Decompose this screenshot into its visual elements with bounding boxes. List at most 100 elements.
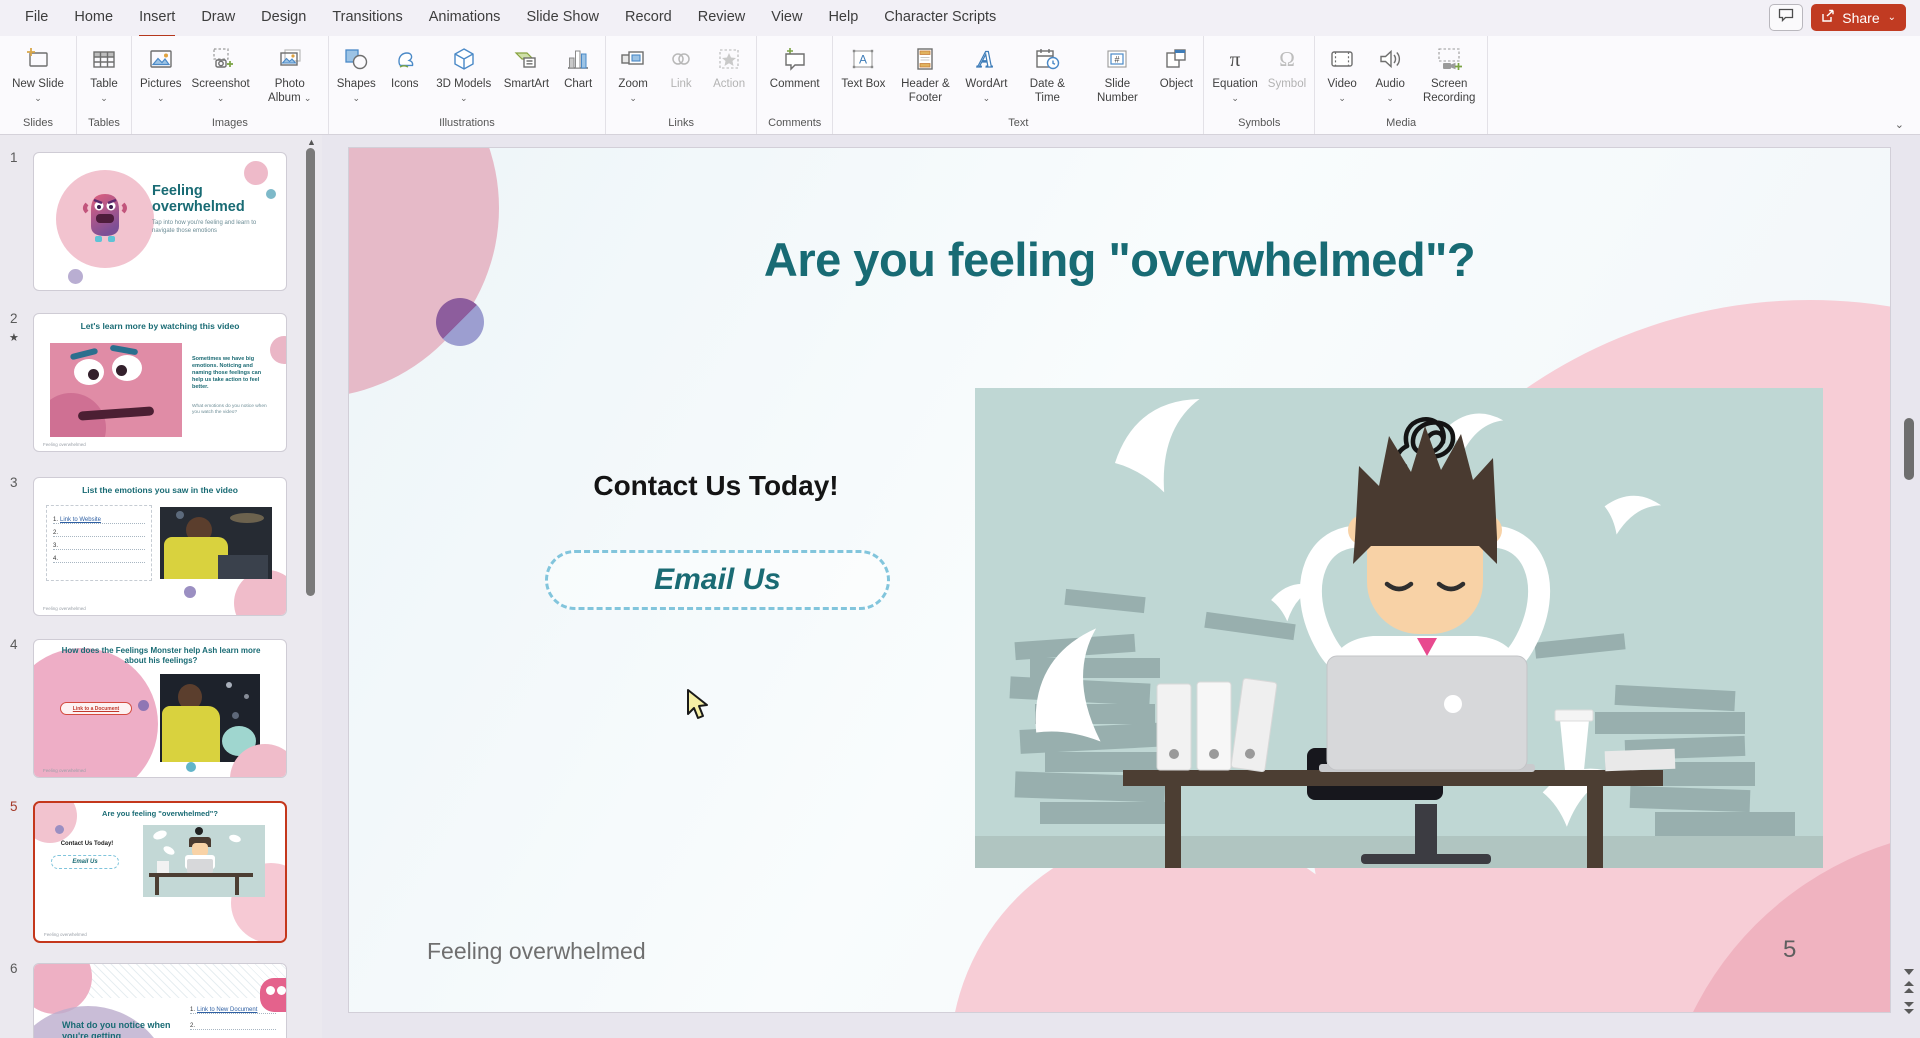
- ribbon-button-3d-models[interactable]: 3D Models ⌄: [429, 40, 499, 108]
- ribbon-button-smartart[interactable]: SmartArt: [499, 40, 554, 94]
- link-icon: [665, 43, 697, 75]
- mouse-cursor: [685, 688, 711, 720]
- comments-button[interactable]: [1769, 4, 1803, 31]
- slide-thumbnail-5-selected[interactable]: Are you feeling "overwhelmed"? Contact U…: [33, 801, 287, 943]
- thumb5-email-pill: Email Us: [51, 855, 119, 869]
- contact-heading[interactable]: Contact Us Today!: [516, 470, 916, 502]
- slide-page-number[interactable]: 5: [1783, 936, 1796, 964]
- blue-dot-decor: [186, 762, 196, 772]
- ribbon-button-audio[interactable]: Audio⌄: [1366, 40, 1414, 108]
- thumbnail-scrollbar-thumb[interactable]: [306, 148, 315, 596]
- ribbon-button-comment[interactable]: Comment: [765, 40, 825, 94]
- menu-view[interactable]: View: [758, 0, 815, 36]
- chart-icon: [562, 43, 594, 75]
- slide-editing-area[interactable]: Are you feeling "overwhelmed"? Contact U…: [349, 148, 1890, 1012]
- menu-file[interactable]: File: [12, 0, 61, 36]
- ribbon-group-symbols: π Equation⌄ Ω Symbol Symbols: [1204, 36, 1315, 134]
- ribbon-button-text-box[interactable]: A Text Box: [836, 40, 890, 94]
- workspace: 1 Feeling overwhelmed Tap into how you'r…: [0, 135, 1920, 1038]
- thumb2-body: Sometimes we have big emotions. Noticing…: [192, 356, 268, 391]
- menu-help[interactable]: Help: [815, 0, 871, 36]
- ribbon-group-slides: New Slide ⌄ Slides: [0, 36, 77, 134]
- slide-thumbnail-6[interactable]: What do you notice when you're getting o…: [33, 963, 287, 1038]
- slide-thumbnail-2[interactable]: Let's learn more by watching this video …: [33, 313, 287, 452]
- ribbon-button-wordart[interactable]: A WordArt⌄: [960, 40, 1012, 108]
- canvas-scrollbar-thumb[interactable]: [1904, 418, 1914, 480]
- email-us-button[interactable]: Email Us: [545, 550, 890, 610]
- share-icon: [1821, 9, 1836, 26]
- menu-review[interactable]: Review: [685, 0, 759, 36]
- ribbon-button-shapes[interactable]: Shapes⌄: [332, 40, 381, 108]
- purple-dot-decor: [436, 298, 484, 346]
- ribbon-group-illustrations: Shapes⌄ Icons 3D Models ⌄ SmartArt Chart: [329, 36, 606, 134]
- chevron-down-icon: ⌄: [460, 93, 468, 103]
- ribbon-button-new-slide[interactable]: New Slide ⌄: [3, 40, 73, 108]
- thumb4-footer: Feeling overwhelmed: [43, 768, 86, 773]
- chevron-down-icon: ⌄: [983, 93, 991, 103]
- slide-canvas: Are you feeling "overwhelmed"? Contact U…: [322, 135, 1920, 1038]
- thumbnail-scrollbar[interactable]: ▲: [303, 135, 319, 1038]
- ribbon-button-zoom[interactable]: Zoom⌄: [609, 40, 657, 108]
- menu-character-scripts[interactable]: Character Scripts: [871, 0, 1009, 36]
- ribbon-button-photo-album[interactable]: Photo Album ⌄: [255, 40, 325, 108]
- ribbon-button-equation[interactable]: π Equation⌄: [1207, 40, 1262, 108]
- chevron-down-icon: ⌄: [1338, 93, 1346, 103]
- thumb2-footer: Feeling overwhelmed: [43, 442, 86, 447]
- comment-bubble-icon: [1778, 8, 1794, 27]
- comment-icon: [779, 43, 811, 75]
- slide-thumbnail-4[interactable]: How does the Feelings Monster help Ash l…: [33, 639, 287, 778]
- slide-footer-text[interactable]: Feeling overwhelmed: [427, 938, 646, 965]
- slide-4-number: 4: [10, 637, 18, 652]
- ribbon-button-video[interactable]: Video⌄: [1318, 40, 1366, 108]
- scroll-down-arrow-icon[interactable]: [1903, 968, 1915, 976]
- feelings-monster-illustration: [81, 186, 129, 246]
- thumb3-title: List the emotions you saw in the video: [34, 485, 286, 495]
- previous-slide-button[interactable]: [1903, 981, 1915, 995]
- ribbon-button-object[interactable]: Object: [1152, 40, 1200, 94]
- collapse-ribbon-chevron-icon[interactable]: ⌄: [1895, 118, 1904, 131]
- wordart-icon: A: [970, 43, 1002, 75]
- slide-thumbnail-1[interactable]: Feeling overwhelmed Tap into how you're …: [33, 152, 287, 291]
- menu-insert[interactable]: Insert: [126, 0, 188, 36]
- menu-home[interactable]: Home: [61, 0, 126, 36]
- ribbon-button-header-footer[interactable]: Header & Footer: [890, 40, 960, 108]
- menu-transitions[interactable]: Transitions: [319, 0, 415, 36]
- slide-1-number: 1: [10, 150, 18, 165]
- purple-dot-decor: [55, 825, 64, 834]
- next-slide-button[interactable]: [1903, 1000, 1915, 1014]
- menu-design[interactable]: Design: [248, 0, 319, 36]
- chevron-down-icon: ⌄: [100, 93, 108, 103]
- menu-record[interactable]: Record: [612, 0, 685, 36]
- slide-title[interactable]: Are you feeling "overwhelmed"?: [349, 232, 1890, 287]
- table-icon: [88, 43, 120, 75]
- ribbon-button-table[interactable]: Table⌄: [80, 40, 128, 108]
- menu-animations[interactable]: Animations: [416, 0, 514, 36]
- share-button[interactable]: Share ⌄: [1811, 4, 1906, 31]
- ribbon-insert-tab: New Slide ⌄ Slides Table⌄ Tables Picture…: [0, 36, 1920, 135]
- svg-text:Ω: Ω: [1279, 47, 1295, 71]
- ribbon-button-pictures[interactable]: Pictures⌄: [135, 40, 187, 108]
- menu-slide-show[interactable]: Slide Show: [513, 0, 612, 36]
- ribbon-button-date-time[interactable]: Date & Time: [1012, 40, 1082, 108]
- group-label-links: Links: [609, 115, 753, 134]
- chevron-down-icon: ⌄: [1386, 93, 1394, 103]
- screenshot-icon: [205, 43, 237, 75]
- ribbon-button-slide-number[interactable]: # Slide Number: [1082, 40, 1152, 108]
- ribbon-button-screen-recording[interactable]: Screen Recording: [1414, 40, 1484, 108]
- menu-draw[interactable]: Draw: [188, 0, 248, 36]
- chevron-down-icon: ⌄: [304, 93, 312, 103]
- ribbon-button-chart[interactable]: Chart: [554, 40, 602, 94]
- header-footer-icon: [909, 43, 941, 75]
- ribbon-button-icons[interactable]: Icons: [381, 40, 429, 94]
- ribbon-button-screenshot[interactable]: Screenshot⌄: [187, 40, 255, 108]
- scroll-up-arrow-icon[interactable]: ▲: [307, 137, 316, 147]
- action-icon: [713, 43, 745, 75]
- thumb6-title: What do you notice when you're getting o…: [62, 1020, 186, 1038]
- overwhelmed-man-illustration[interactable]: [975, 388, 1823, 868]
- photo-album-icon: [274, 43, 306, 75]
- ribbon-button-action: Action: [705, 40, 753, 94]
- slide-thumbnail-3[interactable]: List the emotions you saw in the video 1…: [33, 477, 287, 616]
- text-box-icon: A: [847, 43, 879, 75]
- pink-circle-decor: [33, 801, 77, 843]
- ribbon-group-images: Pictures⌄ Screenshot⌄ Photo Album ⌄ Imag…: [132, 36, 329, 134]
